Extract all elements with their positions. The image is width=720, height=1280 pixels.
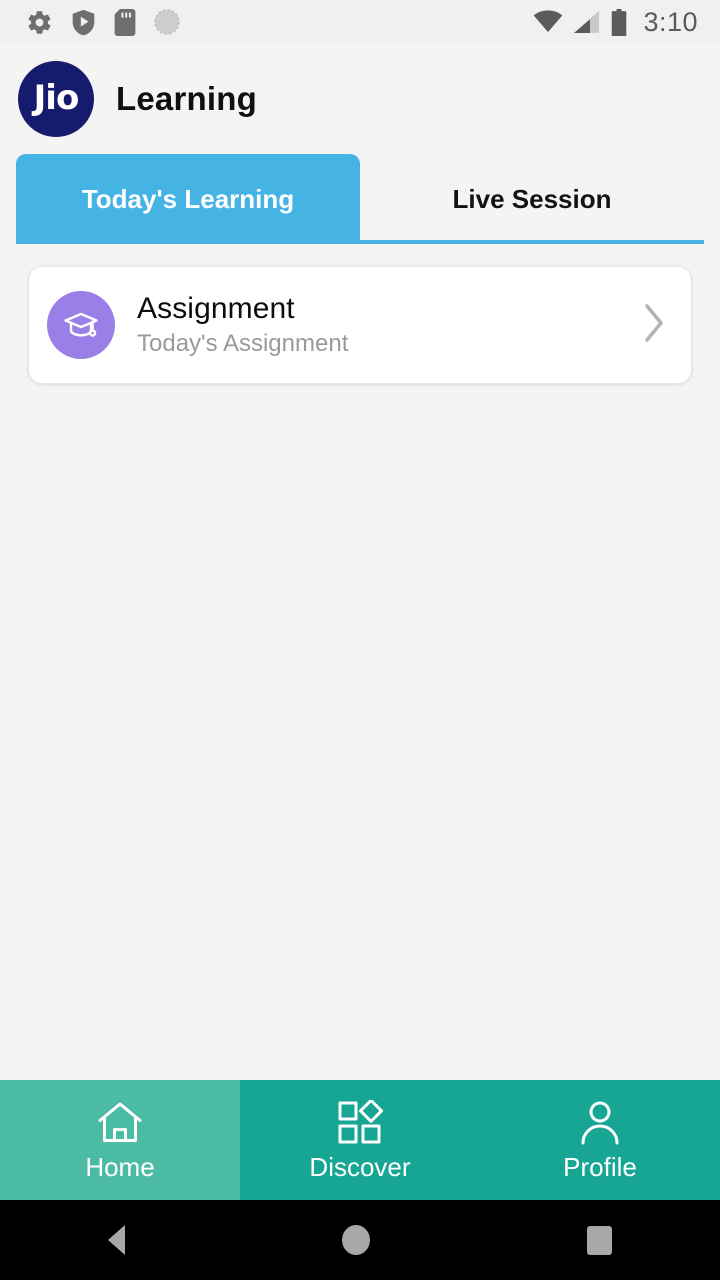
assignment-card[interactable]: Assignment Today's Assignment [28, 266, 692, 384]
person-icon [581, 1101, 619, 1145]
back-button[interactable] [108, 1225, 126, 1255]
battery-icon [612, 8, 627, 36]
nav-item-profile[interactable]: Profile [480, 1080, 720, 1200]
status-bar-right-icons: 3:10 [533, 7, 698, 38]
triangle-left-icon [108, 1225, 126, 1255]
circle-icon [341, 1225, 370, 1255]
assignment-card-subtitle: Today's Assignment [137, 329, 349, 357]
status-bar-clock: 3:10 [643, 6, 698, 37]
phone-screen: 3:10 Jio Learning Today's Learning Live … [0, 0, 720, 1280]
wifi-icon [534, 10, 563, 32]
sd-card-icon [114, 8, 136, 36]
assignment-avatar [47, 291, 115, 359]
app-bar: Jio Learning [0, 44, 720, 154]
recents-button[interactable] [586, 1225, 612, 1255]
status-bar-left-icons [26, 8, 180, 36]
nav-item-discover-label: Discover [309, 1152, 411, 1182]
content-area: Assignment Today's Assignment [0, 244, 720, 1080]
gear-icon [28, 10, 51, 34]
jio-logo: Jio [18, 61, 94, 137]
bottom-navigation: Home Discover Profile [0, 1080, 720, 1200]
tab-live-session-label: Live Session [452, 183, 612, 214]
tab-bar: Today's Learning Live Session [16, 154, 704, 244]
nav-item-profile-label: Profile [563, 1152, 637, 1182]
tab-underline [360, 240, 704, 244]
tab-todays-learning-label: Today's Learning [81, 183, 295, 214]
assignment-card-title: Assignment [137, 291, 295, 325]
graduation-cap-icon [64, 312, 98, 337]
chevron-right-icon [645, 303, 663, 342]
page-title: Learning [116, 80, 257, 117]
cellular-signal-icon [574, 11, 600, 33]
home-button[interactable] [341, 1225, 370, 1255]
square-icon [586, 1225, 612, 1255]
sync-circle-icon [154, 9, 180, 35]
assignment-card-chevron[interactable] [641, 302, 667, 349]
tab-live-session[interactable]: Live Session [360, 154, 704, 244]
status-bar: 3:10 [0, 0, 720, 44]
assignment-card-text: Assignment Today's Assignment [137, 292, 641, 359]
play-protect-shield-icon [72, 9, 95, 35]
nav-item-home-label: Home [85, 1152, 155, 1182]
grid-diamond-icon [338, 1100, 383, 1144]
jio-logo-text: Jio [33, 78, 80, 118]
nav-item-home[interactable]: Home [0, 1080, 240, 1200]
home-icon [98, 1102, 142, 1142]
nav-item-discover[interactable]: Discover [240, 1080, 480, 1200]
android-system-nav [0, 1200, 720, 1280]
tab-todays-learning[interactable]: Today's Learning [16, 154, 360, 244]
